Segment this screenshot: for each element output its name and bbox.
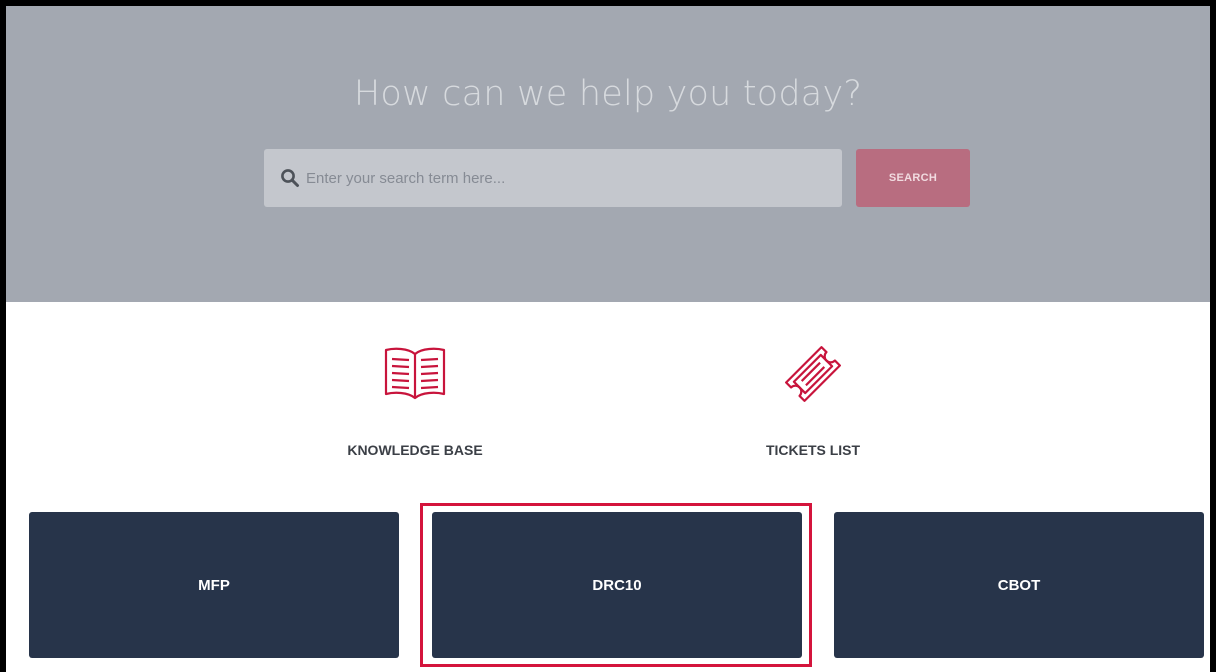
search-button[interactable]: SEARCH [856, 149, 970, 207]
tickets-list-link[interactable]: TICKETS LIST [703, 344, 923, 458]
product-tile-label: CBOT [997, 576, 1041, 594]
ticket-icon [780, 341, 846, 412]
product-tile-drc10[interactable]: DRC10 [432, 512, 802, 658]
search-input[interactable] [306, 149, 826, 207]
knowledge-base-link[interactable]: KNOWLEDGE BASE [305, 344, 525, 458]
open-book-icon [382, 344, 448, 409]
hero-section: How can we help you today? SEARCH [6, 6, 1210, 302]
page-frame: How can we help you today? SEARCH [6, 6, 1210, 672]
product-tile-label: MFP [198, 576, 230, 594]
search-bar[interactable] [264, 149, 842, 207]
tickets-list-label: TICKETS LIST [765, 442, 861, 458]
product-tile-label: DRC10 [592, 576, 642, 594]
page-title: How can we help you today? [353, 74, 863, 114]
search-icon [280, 168, 300, 188]
knowledge-base-label: KNOWLEDGE BASE [347, 442, 483, 458]
product-tile-cbot[interactable]: CBOT [834, 512, 1204, 658]
product-tile-mfp[interactable]: MFP [29, 512, 399, 658]
